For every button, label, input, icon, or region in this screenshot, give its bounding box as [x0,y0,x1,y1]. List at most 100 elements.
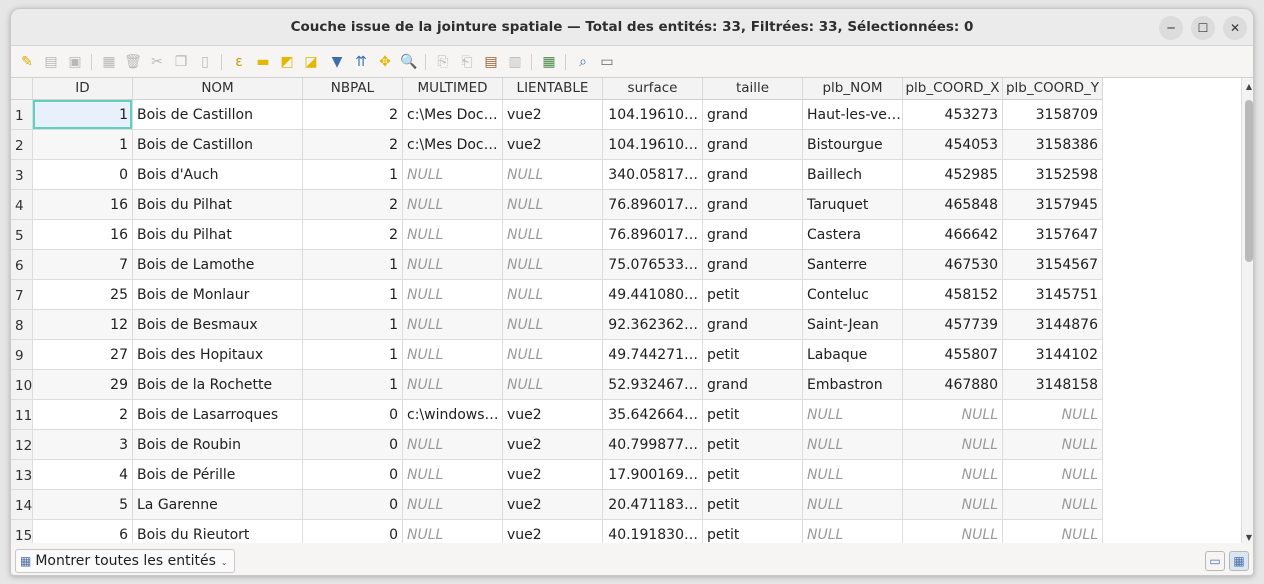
scroll-up-icon[interactable]: ▲ [1242,82,1253,91]
table-cell[interactable]: 2 [303,220,403,250]
table-cell[interactable]: NULL [1003,490,1103,520]
table-cell[interactable]: 35.642664… [603,400,703,430]
table-cell[interactable]: 3144102 [1003,340,1103,370]
table-cell[interactable]: 5 [33,490,133,520]
table-cell[interactable]: Conteluc [803,280,903,310]
table-cell[interactable]: 1 [303,160,403,190]
table-cell[interactable]: Baillech [803,160,903,190]
field-calculator-icon[interactable]: ▦ [539,52,559,72]
table-cell[interactable]: grand [703,190,803,220]
table-cell[interactable]: NULL [403,220,503,250]
row-number[interactable]: 5 [11,220,33,250]
row-number[interactable]: 2 [11,130,33,160]
select-by-expression-icon[interactable]: ε [229,52,249,72]
table-cell[interactable]: Bois de Monlaur [133,280,303,310]
table-cell[interactable]: 458152 [903,280,1003,310]
table-row[interactable]: 12 3 Bois de Roubin 0 NULL vue2 40.799877… peti… [11,430,1103,460]
table-cell[interactable]: 25 [33,280,133,310]
table-cell[interactable]: 3158386 [1003,130,1103,160]
table-cell[interactable]: La Garenne [133,490,303,520]
row-number[interactable]: 10 [11,370,33,400]
column-header[interactable]: taille [703,78,803,100]
invert-selection-icon[interactable]: ◩ [277,52,297,72]
table-row[interactable]: 11 2 Bois de Lasarroques 0 c:\windows… vue2 35… [11,400,1103,430]
table-cell[interactable]: vue2 [503,490,603,520]
column-header[interactable]: LIENTABLE [503,78,603,100]
table-cell[interactable]: 1 [303,340,403,370]
table-cell[interactable]: 3152598 [1003,160,1103,190]
table-cell[interactable]: 104.19610… [603,130,703,160]
table-cell[interactable]: NULL [803,400,903,430]
table-cell[interactable]: NULL [503,280,603,310]
new-field-icon[interactable]: ▥ [505,52,525,72]
column-header[interactable]: plb_COORD_X [903,78,1003,100]
scrollbar-thumb[interactable] [1245,100,1253,262]
corner-header[interactable] [11,78,33,100]
table-cell[interactable]: Santerre [803,250,903,280]
table-cell[interactable]: 16 [33,220,133,250]
table-row[interactable]: 10 29 Bois de la Rochette 1 NULL NULL 52.93246… [11,370,1103,400]
table-cell[interactable]: 3 [33,430,133,460]
table-cell[interactable]: NULL [403,280,503,310]
table-cell[interactable]: NULL [403,520,503,543]
row-number[interactable]: 12 [11,430,33,460]
table-cell[interactable]: NULL [403,190,503,220]
table-cell[interactable]: Embastron [803,370,903,400]
table-cell[interactable]: 1 [303,310,403,340]
table-cell[interactable]: 16 [33,190,133,220]
table-cell[interactable]: 0 [303,520,403,543]
table-cell[interactable]: NULL [403,310,503,340]
table-cell[interactable]: NULL [803,490,903,520]
table-cell[interactable]: 0 [303,430,403,460]
table-cell[interactable]: vue2 [503,430,603,460]
table-cell[interactable]: 1 [303,370,403,400]
table-cell[interactable]: Labaque [803,340,903,370]
table-cell[interactable]: 0 [303,460,403,490]
table-cell[interactable]: 27 [33,340,133,370]
column-header[interactable]: MULTIMED [403,78,503,100]
table-cell[interactable]: 454053 [903,130,1003,160]
table-cell[interactable]: petit [703,520,803,543]
row-number[interactable]: 11 [11,400,33,430]
table-row[interactable]: 1 1 Bois de Castillon 2 c:\Mes Doc… vue2 104.1… [11,100,1103,130]
column-header[interactable]: plb_COORD_Y [1003,78,1103,100]
copy-rows-icon[interactable]: ⎘ [433,52,453,72]
row-number[interactable]: 4 [11,190,33,220]
table-cell[interactable]: 29 [33,370,133,400]
table-cell[interactable]: 76.896017… [603,220,703,250]
table-cell[interactable]: NULL [403,370,503,400]
table-cell[interactable]: Saint-Jean [803,310,903,340]
column-header[interactable]: plb_NOM [803,78,903,100]
table-cell[interactable]: c:\windows… [403,400,503,430]
table-cell[interactable]: NULL [403,460,503,490]
table-row[interactable]: 13 4 Bois de Pérille 0 NULL vue2 17.900169… pet… [11,460,1103,490]
form-view-button[interactable]: ▭ [1205,551,1225,571]
table-cell[interactable]: petit [703,400,803,430]
table-cell[interactable]: 0 [303,490,403,520]
table-cell[interactable]: NULL [403,160,503,190]
multi-edit-icon[interactable]: ▤ [41,52,61,72]
table-row[interactable]: 6 7 Bois de Lamothe 1 NULL NULL 75.076533… gran… [11,250,1103,280]
table-cell[interactable]: 0 [303,400,403,430]
table-cell[interactable]: 75.076533… [603,250,703,280]
table-cell[interactable]: NULL [403,430,503,460]
delete-feature-icon[interactable]: 🗑 [123,52,143,72]
table-cell[interactable]: 2 [303,130,403,160]
table-cell[interactable]: 457739 [903,310,1003,340]
table-cell[interactable]: vue2 [503,400,603,430]
table-cell[interactable]: Bois de Castillon [133,130,303,160]
table-cell[interactable]: NULL [503,190,603,220]
table-cell[interactable]: NULL [903,520,1003,543]
row-number[interactable]: 13 [11,460,33,490]
table-cell[interactable]: Bois d'Auch [133,160,303,190]
maximize-button[interactable]: ☐ [1191,16,1215,40]
table-cell[interactable]: Bistourgue [803,130,903,160]
table-cell[interactable]: 4 [33,460,133,490]
table-cell[interactable]: NULL [803,430,903,460]
table-cell[interactable]: NULL [403,490,503,520]
column-header[interactable]: ID [33,78,133,100]
save-edits-icon[interactable]: ▣ [65,52,85,72]
zoom-map-icon[interactable]: ⌕ [573,52,593,72]
table-cell[interactable]: 2 [303,100,403,130]
row-number[interactable]: 14 [11,490,33,520]
